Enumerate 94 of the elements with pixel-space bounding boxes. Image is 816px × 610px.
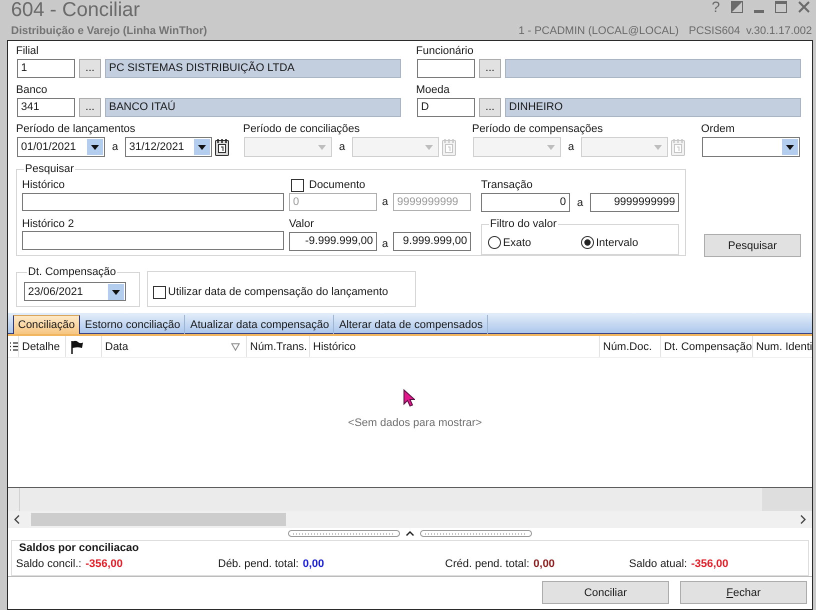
empty-grid-message: <Sem dados para mostrar>: [348, 416, 482, 428]
field-label: Período de conciliações: [243, 122, 360, 136]
balance-label: Saldo concil.:: [16, 558, 82, 570]
lookup-button[interactable]: ...: [479, 98, 501, 117]
field-label: Transação: [481, 178, 533, 192]
field-label: Histórico 2: [22, 217, 74, 231]
search-button[interactable]: Pesquisar: [704, 234, 801, 257]
lookup-button[interactable]: ...: [79, 98, 101, 117]
range-separator: a: [568, 140, 574, 154]
field-label: Valor: [289, 217, 314, 231]
field-label: Filial: [16, 44, 39, 58]
transaction-to-field[interactable]: 9999999999: [590, 193, 680, 212]
tab[interactable]: Alterar data de compensados: [335, 315, 488, 334]
field-label: Moeda: [416, 83, 450, 97]
calendar-icon[interactable]: [214, 138, 230, 156]
lookup-button[interactable]: ...: [79, 59, 101, 78]
checkbox[interactable]: [291, 178, 304, 192]
column-header[interactable]: Dt. Compensação: [664, 340, 752, 352]
balance-value: -356,00: [85, 558, 123, 570]
column-header[interactable]: Histórico: [313, 340, 356, 352]
range-separator: a: [112, 140, 118, 154]
dialog-button[interactable]: Fechar: [680, 581, 807, 604]
date-field[interactable]: 01/01/2021: [17, 137, 105, 157]
version-label: v.30.1.17.002: [746, 25, 812, 37]
flag-icon[interactable]: [70, 340, 84, 354]
code-field[interactable]: 1: [17, 59, 75, 78]
maximize-icon[interactable]: [775, 1, 787, 13]
transaction-from-field[interactable]: 0: [481, 193, 570, 212]
half-filled-square-icon[interactable]: [731, 1, 743, 13]
lookup-button[interactable]: ...: [479, 59, 501, 78]
balance-value: 0,00: [533, 558, 555, 570]
balance-label: Saldo atual:: [629, 558, 688, 570]
tab[interactable]: Atualizar data compensação: [186, 315, 334, 334]
history-field[interactable]: [22, 193, 284, 211]
radio-button[interactable]: [581, 236, 594, 249]
code-field[interactable]: 341: [17, 98, 75, 117]
order-dropdown[interactable]: [702, 137, 800, 157]
program-code: PCSIS604: [688, 25, 740, 37]
tab[interactable]: Conciliação: [13, 315, 80, 334]
footer-cell: [762, 488, 812, 511]
group-title: Pesquisar: [24, 162, 75, 176]
sort-arrow-icon[interactable]: [231, 342, 240, 350]
mouse-pointer-icon: [403, 389, 415, 407]
code-field[interactable]: [417, 59, 475, 78]
column-header[interactable]: Data: [105, 340, 128, 352]
list-icon[interactable]: [10, 342, 18, 351]
value-from-field[interactable]: -9.999.999,00: [289, 232, 377, 251]
balance-value: 0,00: [302, 558, 324, 570]
checkbox-label: Documento: [309, 179, 366, 191]
column-header[interactable]: Núm.Trans.: [250, 340, 308, 352]
description-field: BANCO ITAÚ: [105, 98, 401, 117]
radio-button[interactable]: [488, 236, 501, 249]
scrollbar-thumb[interactable]: [31, 513, 286, 526]
caret-icon[interactable]: [406, 530, 414, 536]
balance-value: -356,00: [691, 558, 728, 570]
description-field: PC SISTEMAS DISTRIBUIÇÃO LTDA: [105, 59, 401, 78]
column-header[interactable]: Detalhe: [22, 340, 60, 352]
range-separator: a: [577, 196, 584, 210]
splitter-grip[interactable]: [288, 530, 400, 536]
date-field[interactable]: 31/12/2021: [125, 137, 212, 157]
field-label: Período de compensações: [472, 122, 603, 136]
checkbox[interactable]: [153, 286, 166, 299]
radio-label: Exato: [503, 236, 532, 248]
field-label: Funcionário: [416, 44, 474, 58]
history-field[interactable]: [22, 231, 284, 250]
close-icon[interactable]: [798, 1, 810, 13]
window-title: 604 - Conciliar: [11, 0, 140, 21]
user-info: 1 - PCADMIN (LOCAL@LOCAL): [518, 25, 679, 37]
window-subtitle: Distribuição e Varejo (Linha WinThor): [11, 25, 208, 37]
chevron-left-icon[interactable]: [14, 515, 20, 524]
range-separator: a: [339, 140, 346, 154]
balance-label: Déb. pend. total:: [218, 558, 299, 570]
radio-label: Intervalo: [596, 236, 638, 248]
checkbox-label: Utilizar data de compensação do lançamento: [168, 286, 388, 299]
tab[interactable]: Estorno conciliação: [80, 315, 186, 334]
balance-label: Créd. pend. total:: [445, 558, 530, 570]
horizontal-scrollbar[interactable]: [8, 511, 812, 528]
date-field[interactable]: 23/06/2021: [24, 282, 126, 301]
field-label: Período de lançamentos: [16, 122, 136, 136]
group-title: Saldos por conciliacao: [19, 542, 139, 555]
description-field: DINHEIRO: [505, 98, 801, 117]
code-field[interactable]: D: [417, 98, 475, 117]
column-header[interactable]: Num. Identi: [756, 340, 812, 352]
field-label: Ordem: [701, 122, 735, 136]
range-separator: a: [382, 195, 388, 209]
dialog-button[interactable]: Conciliar: [542, 581, 669, 604]
range-separator: a: [382, 237, 388, 251]
field-label: Banco: [16, 83, 48, 97]
value-to-field[interactable]: 9.999.999,00: [393, 232, 472, 251]
column-header[interactable]: Núm.Doc.: [603, 340, 652, 352]
field-label: Histórico: [22, 178, 65, 192]
splitter-grip[interactable]: [420, 530, 532, 536]
group-title: Dt. Compensação: [27, 265, 118, 279]
chevron-right-icon[interactable]: [800, 515, 806, 524]
